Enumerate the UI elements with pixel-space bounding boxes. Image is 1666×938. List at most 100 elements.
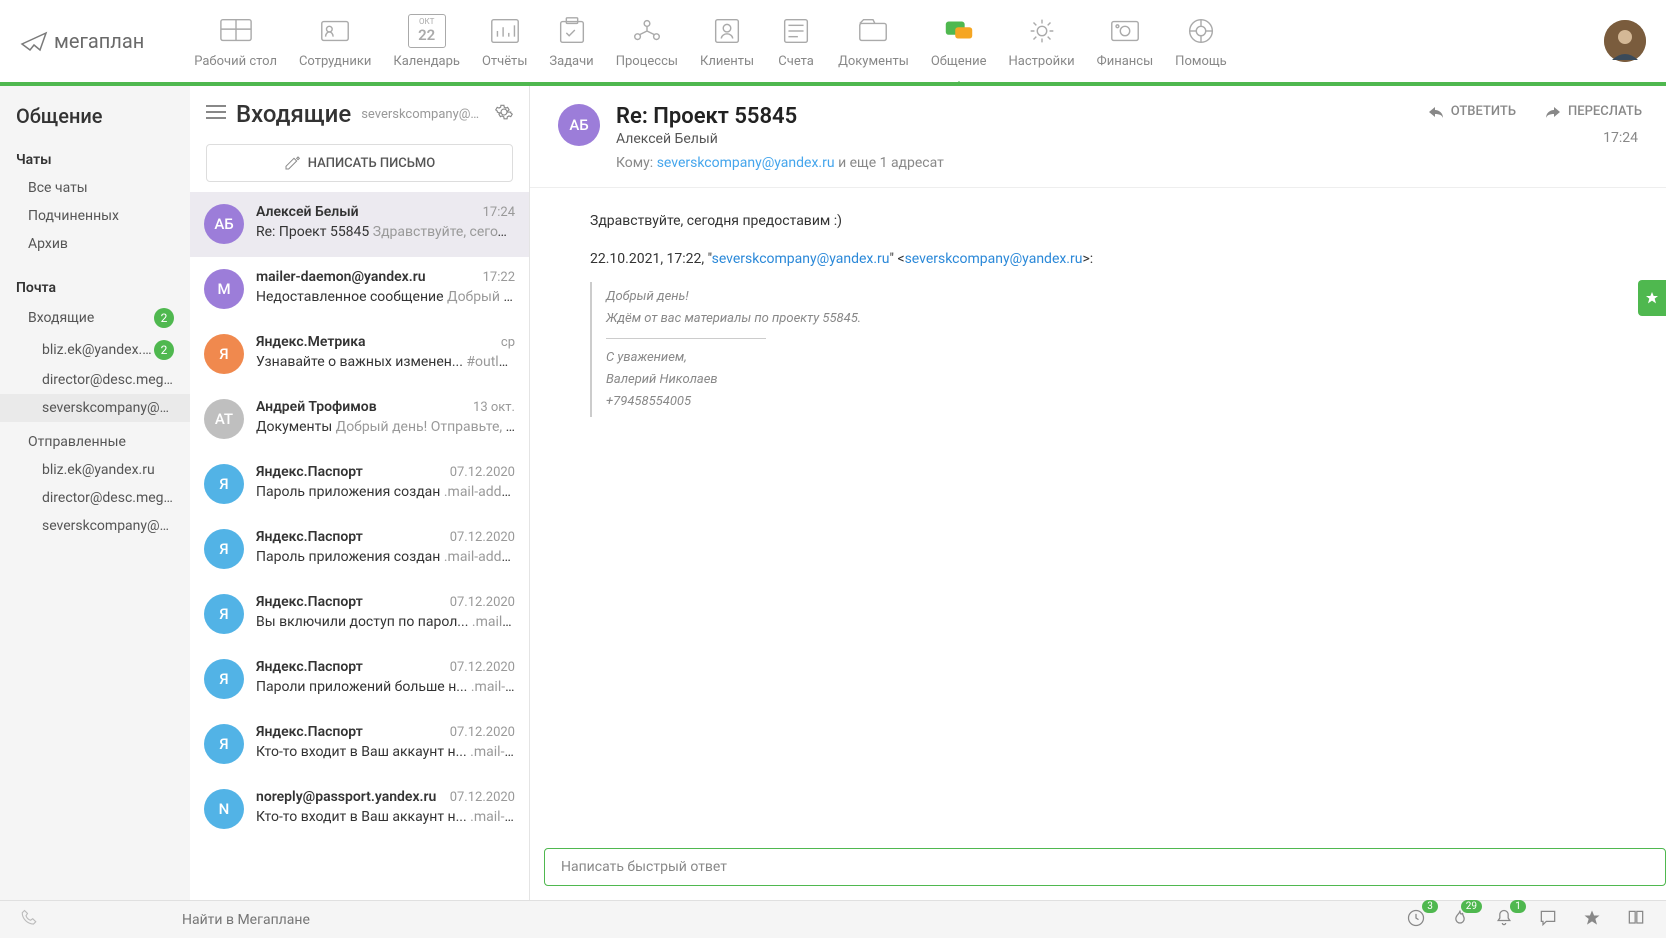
reader-to: Кому: severskcompany@yandex.ru и еще 1 а… [616, 155, 1587, 171]
inbox-folder[interactable]: Входящие 2 [0, 302, 190, 334]
nav-icon [776, 14, 816, 48]
mail-account[interactable]: bliz.ek@yandex.ru2 [0, 334, 190, 366]
mail-time: 13 окт. [473, 400, 515, 415]
nav-Помощь[interactable]: Помощь [1175, 14, 1227, 69]
footer: 3 29 1 [0, 900, 1666, 938]
quick-reply-input[interactable]: Написать быстрый ответ [544, 848, 1666, 886]
compose-button[interactable]: НАПИСАТЬ ПИСЬМО [206, 144, 513, 182]
mail-sender: noreply@passport.yandex.ru [256, 789, 436, 805]
nav-Документы[interactable]: Документы [838, 14, 909, 69]
forward-button[interactable]: ПЕРЕСЛАТЬ [1544, 104, 1642, 119]
mail-subject: Пароль приложения создан [256, 484, 440, 500]
nav-icon [939, 14, 979, 48]
mail-list-title: Входящие [236, 100, 351, 128]
reader-time: 17:24 [1603, 130, 1638, 146]
favorites-tab[interactable] [1638, 280, 1666, 316]
nav-Отчёты[interactable]: Отчёты [482, 14, 527, 69]
reader-avatar: АБ [558, 104, 600, 146]
nav-label: Клиенты [700, 54, 754, 69]
mail-sender: Яндекс.Паспорт [256, 464, 363, 480]
mail-subject: Кто-то входит в Ваш аккаунт н... [256, 744, 467, 760]
nav-Настройки[interactable]: Настройки [1009, 14, 1075, 69]
reader-to-email[interactable]: severskcompany@yandex.ru [657, 155, 835, 171]
mail-time: 07.12.2020 [450, 465, 515, 480]
global-search[interactable] [62, 912, 1382, 928]
mail-sender: Андрей Трофимов [256, 399, 377, 415]
mail-subject: Недоставленное сообщение [256, 289, 444, 305]
mail-item[interactable]: Mmailer-daemon@yandex.ru17:22Недоставлен… [190, 257, 529, 322]
nav-label: Помощь [1175, 54, 1227, 69]
fire-icon[interactable]: 29 [1450, 908, 1470, 932]
mail-item[interactable]: ЯЯндекс.Паспорт07.12.2020Вы включили дос… [190, 582, 529, 647]
reader-from[interactable]: Алексей Белый [616, 131, 1587, 147]
sent-folder[interactable]: Отправленные [0, 428, 190, 456]
phone-icon[interactable] [20, 909, 38, 931]
mail-time: 17:24 [483, 205, 515, 220]
mail-item[interactable]: АТАндрей Трофимов13 окт.Документы Добрый… [190, 387, 529, 452]
gear-icon[interactable] [495, 103, 513, 125]
chat-item[interactable]: Архив [0, 230, 190, 258]
mail-item[interactable]: ЯЯндекс.МетрикасрУзнавайте о важных изме… [190, 322, 529, 387]
nav-label: Финансы [1097, 54, 1154, 69]
bell-icon[interactable]: 1 [1494, 908, 1514, 932]
nav-Общение[interactable]: Общение [931, 14, 987, 69]
mail-list-account[interactable]: severskcompany@yandex... [361, 107, 485, 122]
nav-icon [853, 14, 893, 48]
star-icon[interactable] [1582, 908, 1602, 932]
mail-item[interactable]: ЯЯндекс.Паспорт07.12.2020Пароль приложен… [190, 452, 529, 517]
chats-section[interactable]: Чаты [0, 142, 190, 174]
nav-icon [1022, 14, 1062, 48]
mail-subject: Re: Проект 55845 [256, 224, 369, 240]
clock-icon[interactable]: 3 [1406, 908, 1426, 932]
chat-item[interactable]: Подчиненных [0, 202, 190, 230]
nav-label: Рабочий стол [194, 54, 277, 69]
mail-account[interactable]: director@desc.megaplan.ru [0, 366, 190, 394]
nav-label: Задачи [549, 54, 593, 69]
nav-Календарь[interactable]: ОКТ22Календарь [393, 14, 460, 69]
nav-Финансы[interactable]: Финансы [1097, 14, 1154, 69]
mail-avatar: Я [204, 334, 244, 374]
mail-preview: Здравствуйте, сегодня пре... [373, 224, 515, 240]
reply-icon [1427, 105, 1445, 119]
sidebar: Общение Чаты Все чатыПодчиненныхАрхив По… [0, 86, 190, 900]
nav-icon: ОКТ22 [407, 14, 447, 48]
bell-badge: 1 [1510, 900, 1526, 913]
mail-avatar: Я [204, 529, 244, 569]
mail-sender: Яндекс.Паспорт [256, 724, 363, 740]
mail-section[interactable]: Почта [0, 270, 190, 302]
burger-icon[interactable] [206, 104, 226, 124]
mail-preview: .mail-addres... [471, 679, 515, 695]
nav-label: Настройки [1009, 54, 1075, 69]
logo[interactable]: мегаплан [20, 29, 144, 53]
nav-Счета[interactable]: Счета [776, 14, 816, 69]
reader-body: Здравствуйте, сегодня предоставим :) 22.… [530, 188, 1666, 848]
mail-account[interactable]: bliz.ek@yandex.ru [0, 456, 190, 484]
compose-label: НАПИСАТЬ ПИСЬМО [308, 156, 435, 171]
mail-item[interactable]: АБАлексей Белый17:24Re: Проект 55845 Здр… [190, 192, 529, 257]
sidebar-title: Общение [0, 104, 190, 142]
mail-item[interactable]: ЯЯндекс.Паспорт07.12.2020Кто-то входит в… [190, 712, 529, 777]
mail-item[interactable]: ЯЯндекс.Паспорт07.12.2020Пароли приложен… [190, 647, 529, 712]
mail-preview: .mail-addres... [470, 744, 515, 760]
mail-account[interactable]: director@desc.megaplan.ru [0, 484, 190, 512]
nav-Рабочий стол[interactable]: Рабочий стол [194, 14, 277, 69]
mail-avatar: Я [204, 724, 244, 764]
user-avatar[interactable] [1604, 20, 1646, 62]
book-icon[interactable] [1626, 908, 1646, 932]
reply-button[interactable]: ОТВЕТИТЬ [1427, 104, 1516, 119]
mail-sender: Яндекс.Паспорт [256, 594, 363, 610]
mail-account[interactable]: severskcompany@yandex.ru [0, 394, 190, 422]
mail-item[interactable]: ЯЯндекс.Паспорт07.12.2020Пароль приложен… [190, 517, 529, 582]
nav-label: Документы [838, 54, 909, 69]
nav-Процессы[interactable]: Процессы [616, 14, 678, 69]
chat-item[interactable]: Все чаты [0, 174, 190, 202]
comment-icon[interactable] [1538, 908, 1558, 932]
clock-badge: 3 [1422, 900, 1438, 913]
nav-Задачи[interactable]: Задачи [549, 14, 593, 69]
mail-account[interactable]: severskcompany@yandex.ru [0, 512, 190, 540]
nav-Сотрудники[interactable]: Сотрудники [299, 14, 371, 69]
mail-subject: Документы [256, 419, 332, 435]
mail-item[interactable]: Nnoreply@passport.yandex.ru07.12.2020Кто… [190, 777, 529, 842]
mail-list: Входящие severskcompany@yandex... НАПИСА… [190, 86, 530, 900]
nav-Клиенты[interactable]: Клиенты [700, 14, 754, 69]
